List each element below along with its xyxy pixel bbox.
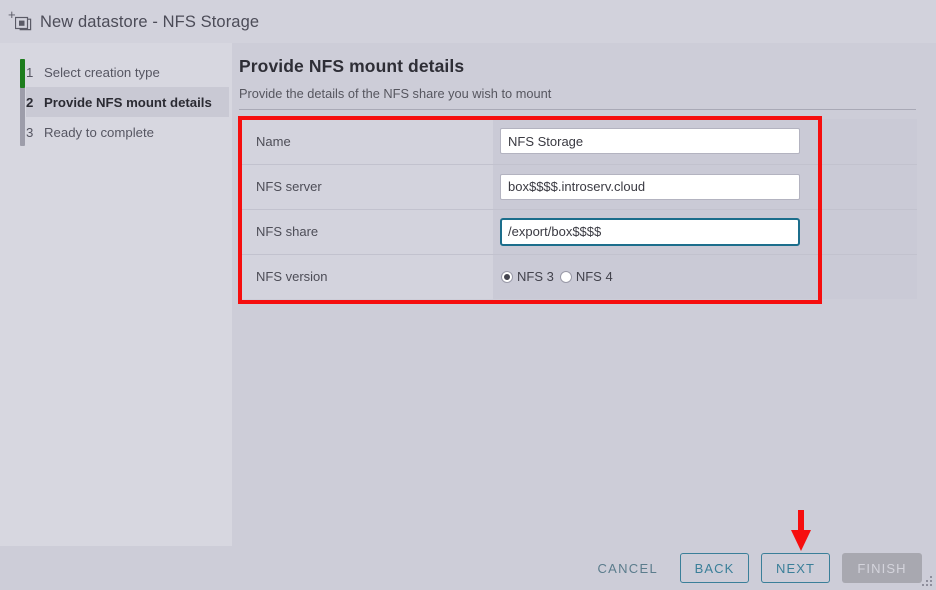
sidebar-step-select-creation-type[interactable]: 1 Select creation type (26, 57, 229, 87)
step-number: 3 (26, 125, 44, 140)
field-label-nfs-version: NFS version (240, 254, 493, 299)
next-button[interactable]: NEXT (761, 553, 830, 583)
cancel-button[interactable]: CANCEL (587, 553, 668, 583)
back-button[interactable]: BACK (680, 553, 749, 583)
wizard-step-sidebar: 1 Select creation type 2 Provide NFS mou… (0, 43, 232, 546)
nfs-version-radio-group: NFS 3 NFS 4 (500, 269, 917, 284)
form-row-nfs-version: NFS version NFS 3 NFS 4 (240, 254, 917, 299)
step-label: Select creation type (44, 65, 160, 80)
form-row-name: Name (240, 119, 917, 164)
radio-label-nfs4: NFS 4 (576, 269, 613, 284)
step-number: 2 (26, 95, 44, 110)
field-label-nfs-server: NFS server (240, 164, 493, 209)
form-row-nfs-server: NFS server (240, 164, 917, 209)
window-titlebar: + New datastore - NFS Storage (0, 0, 936, 43)
radio-option-nfs4[interactable]: NFS 4 (560, 269, 613, 284)
step-label: Provide NFS mount details (44, 95, 212, 110)
sidebar-step-provide-nfs-mount-details[interactable]: 2 Provide NFS mount details (26, 87, 229, 117)
nfs-mount-details-form: Name NFS server NFS share NFS version (240, 119, 917, 299)
wizard-main-panel: Provide NFS mount details Provide the de… (232, 43, 936, 546)
step-number: 1 (26, 65, 44, 80)
radio-icon-nfs3[interactable] (501, 271, 513, 283)
sidebar-step-ready-to-complete[interactable]: 3 Ready to complete (26, 117, 229, 147)
window-resize-grip[interactable] (922, 576, 934, 588)
field-label-nfs-share: NFS share (240, 209, 493, 254)
page-title: Provide NFS mount details (239, 56, 464, 77)
name-input[interactable] (500, 128, 800, 154)
radio-icon-nfs4[interactable] (560, 271, 572, 283)
new-datastore-icon: + (8, 10, 34, 34)
header-divider (239, 109, 916, 110)
finish-button: FINISH (842, 553, 922, 583)
nfs-share-input[interactable] (500, 218, 800, 246)
nfs-datastore-wizard: + New datastore - NFS Storage 1 Select c… (0, 0, 936, 590)
wizard-footer: CANCEL BACK NEXT FINISH (0, 546, 936, 590)
page-subtitle: Provide the details of the NFS share you… (239, 86, 551, 101)
step-label: Ready to complete (44, 125, 154, 140)
form-row-nfs-share: NFS share (240, 209, 917, 254)
radio-option-nfs3[interactable]: NFS 3 (501, 269, 554, 284)
window-title: New datastore - NFS Storage (40, 12, 259, 32)
field-label-name: Name (240, 119, 493, 164)
nfs-server-input[interactable] (500, 174, 800, 200)
step-rail-completed (20, 59, 25, 88)
radio-label-nfs3: NFS 3 (517, 269, 554, 284)
